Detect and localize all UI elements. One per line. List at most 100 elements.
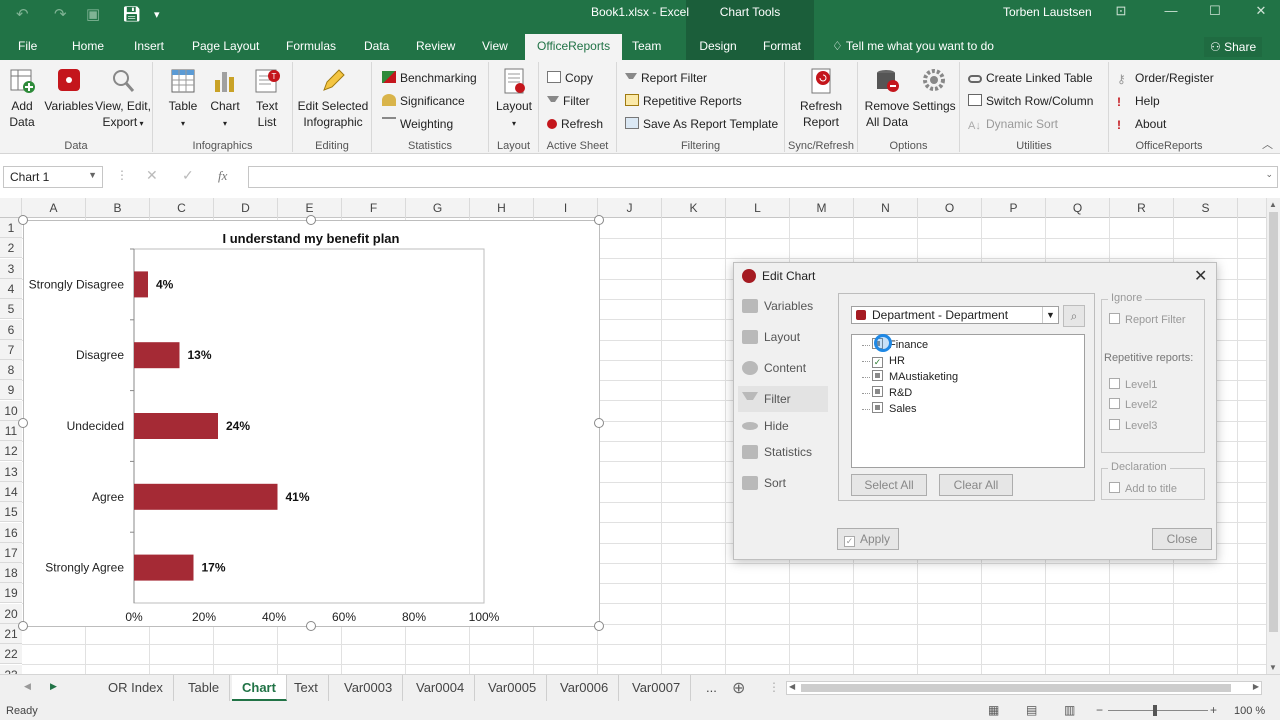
level1-checkbox[interactable]: Level1 (1109, 378, 1157, 391)
sheet-tab[interactable]: Var0006 (550, 675, 620, 701)
column-header[interactable]: O (918, 198, 982, 218)
create-linked-table-button[interactable]: Create Linked Table (968, 70, 1093, 86)
sheet-tab[interactable]: OR Index (98, 675, 174, 701)
repetitive-reports-button[interactable]: Repetitive Reports (625, 93, 742, 109)
minimize-icon[interactable]: — (1156, 3, 1186, 18)
normal-view-icon[interactable]: ▦ (988, 703, 999, 717)
resize-handle[interactable] (594, 621, 604, 631)
report-filter-button[interactable]: Report Filter (625, 70, 707, 86)
column-header[interactable]: A (22, 198, 86, 218)
sheet-tab[interactable]: Table (178, 675, 231, 701)
column-header[interactable]: F (342, 198, 406, 218)
nav-filter[interactable]: Filter (738, 386, 828, 412)
select-all-corner[interactable] (0, 198, 22, 218)
row-header[interactable]: 19 (0, 583, 22, 604)
bar[interactable] (134, 271, 148, 298)
row-header[interactable]: 2 (0, 238, 22, 259)
level2-checkbox[interactable]: Level2 (1109, 398, 1157, 411)
dynamic-sort-button[interactable]: A↓ Dynamic Sort (968, 116, 1058, 132)
column-header[interactable]: K (662, 198, 726, 218)
table-button[interactable]: Table ▾ (163, 68, 203, 132)
tab-page-layout[interactable]: Page Layout (186, 34, 265, 60)
resize-handle[interactable] (306, 215, 316, 225)
scroll-down-icon[interactable]: ▼ (1269, 663, 1277, 672)
scroll-left-icon[interactable]: ◀ (789, 682, 795, 691)
tree-item[interactable]: Finance (862, 337, 928, 353)
add-to-title-checkbox[interactable]: Add to title (1109, 482, 1177, 495)
more-sheets-icon[interactable]: ... (706, 680, 717, 695)
row-header[interactable]: 4 (0, 278, 22, 299)
row-header[interactable]: 3 (0, 258, 22, 279)
name-box[interactable]: Chart 1 ▼ (3, 166, 103, 188)
tab-file[interactable]: File (12, 34, 43, 60)
column-header[interactable]: I (534, 198, 598, 218)
row-header[interactable]: 23 (0, 664, 22, 674)
nav-hide[interactable]: Hide (738, 413, 828, 439)
tree-item[interactable]: R&D (862, 385, 912, 401)
tree-checkbox[interactable] (872, 370, 883, 381)
benchmarking-button[interactable]: Benchmarking (382, 70, 477, 86)
refresh-report-button[interactable]: Refresh Report (791, 68, 851, 130)
share-button[interactable]: ⚇ Share (1204, 37, 1263, 57)
column-header[interactable]: B (86, 198, 150, 218)
page-break-view-icon[interactable]: ▥ (1064, 703, 1075, 717)
variables-button[interactable]: Variables (44, 68, 94, 114)
page-layout-view-icon[interactable]: ▤ (1026, 703, 1037, 717)
column-header[interactable]: R (1110, 198, 1174, 218)
column-header[interactable]: G (406, 198, 470, 218)
resize-handle[interactable] (594, 418, 604, 428)
scroll-right-icon[interactable]: ▶ (1253, 682, 1259, 691)
save-icon[interactable]: 💾︎ (122, 5, 141, 23)
tree-item[interactable]: MAustiaketing (862, 369, 958, 385)
tab-design[interactable]: Design (686, 34, 750, 60)
column-header[interactable]: S (1174, 198, 1238, 218)
significance-button[interactable]: Significance (382, 93, 465, 109)
tree-checkbox[interactable] (872, 386, 883, 397)
apply-button[interactable]: ✓ Apply (837, 528, 899, 550)
sheet-tab[interactable]: Var0007 (622, 675, 692, 701)
column-header[interactable]: C (150, 198, 214, 218)
remove-all-data-button[interactable]: Remove All Data (860, 68, 914, 130)
row-header[interactable]: 10 (0, 400, 22, 421)
column-header[interactable]: M (790, 198, 854, 218)
next-sheet-icon[interactable]: ▶ (50, 681, 57, 692)
collapse-ribbon-icon[interactable]: ︿ (1262, 136, 1273, 152)
tab-view[interactable]: View (476, 34, 514, 60)
tree-checkbox[interactable]: ✓ (872, 357, 883, 368)
nav-sort[interactable]: Sort (738, 470, 828, 496)
row-header[interactable]: 7 (0, 339, 22, 360)
resize-handle[interactable] (18, 418, 28, 428)
column-header[interactable]: J (598, 198, 662, 218)
vertical-scrollbar[interactable]: ▲ ▼ (1266, 198, 1280, 674)
level3-checkbox[interactable]: Level3 (1109, 419, 1157, 432)
add-data-button[interactable]: Add Data (4, 68, 40, 130)
resize-handle[interactable] (306, 621, 316, 631)
bar[interactable] (134, 483, 278, 510)
sheet-tab[interactable]: Text (284, 675, 329, 701)
tree-checkbox[interactable] (872, 402, 883, 413)
maximize-icon[interactable]: ☐ (1200, 3, 1230, 19)
sheet-tab[interactable]: Var0003 (334, 675, 404, 701)
bar[interactable] (134, 554, 194, 581)
row-header[interactable]: 12 (0, 441, 22, 462)
column-header[interactable]: H (470, 198, 534, 218)
row-header[interactable]: 18 (0, 563, 22, 584)
nav-variables[interactable]: Variables (738, 293, 828, 319)
order-register-button[interactable]: ⚷ Order/Register (1117, 70, 1214, 86)
view-edit-export-button[interactable]: View, Edit, Export ▾ (94, 68, 152, 132)
tab-officereports[interactable]: OfficeReports (525, 34, 623, 60)
about-button[interactable]: ! About (1117, 116, 1166, 132)
category-tree[interactable]: Finance ✓ HR MAustiaketing R&D Sales (851, 334, 1085, 468)
column-header[interactable]: L (726, 198, 790, 218)
tab-review[interactable]: Review (410, 34, 461, 60)
settings-button[interactable]: Settings (910, 68, 958, 114)
row-header[interactable]: 5 (0, 299, 22, 320)
column-header[interactable]: N (854, 198, 918, 218)
switch-row-column-button[interactable]: Switch Row/Column (968, 93, 1093, 109)
horizontal-scrollbar[interactable]: ◀ ▶ (786, 681, 1262, 695)
chart-object[interactable]: I understand my benefit plan Strongly Di… (18, 215, 604, 631)
nav-layout[interactable]: Layout (738, 324, 828, 350)
cancel-entry-icon[interactable]: ✕ (146, 167, 158, 184)
new-sheet-icon[interactable]: ⊕ (732, 678, 745, 698)
layout-button[interactable]: Layout ▾ (493, 68, 535, 132)
